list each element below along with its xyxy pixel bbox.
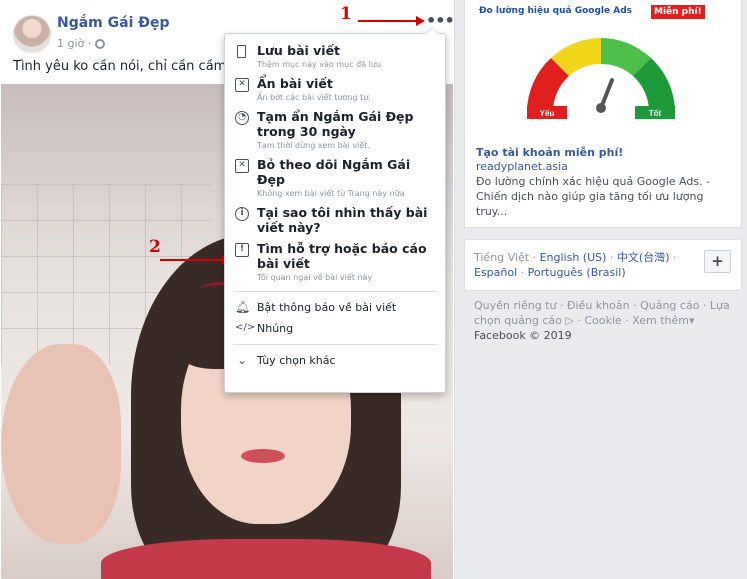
gauge-hub	[596, 103, 606, 113]
footer-link-advertising[interactable]: Quảng cáo	[640, 299, 699, 312]
menu-item-title: Tạm ẩn Ngắm Gái Đẹp trong 30 ngày	[257, 109, 414, 139]
ad-domain-link[interactable]: readyplanet.asia	[476, 160, 568, 173]
post-timestamp: 1 giờ ·	[57, 37, 106, 50]
menu-item-subtitle: Không xem bài viết từ Trang này nữa	[257, 189, 405, 198]
menu-item-turn-on-notifications[interactable]: 🔔︎ Bật thông báo về bài viết	[225, 297, 445, 318]
menu-item-subtitle: Ẩn bớt các bài viết tương tự.	[257, 93, 371, 102]
menu-item-subtitle: Thêm mục này vào mục đã lưu	[257, 60, 382, 69]
footer-links: Quyền riêng tư · Điều khoản · Quảng cáo …	[474, 298, 742, 343]
language-link-english[interactable]: English (US)	[540, 251, 607, 264]
menu-item-title: Bỏ theo dõi Ngắm Gái Đẹp	[257, 157, 411, 187]
post-time-text[interactable]: 1 giờ ·	[57, 37, 91, 50]
annotation-number-2: 2	[149, 237, 161, 257]
menu-item-title: Bật thông báo về bài viết	[257, 301, 397, 314]
chevron-down-icon: ⌄	[236, 353, 248, 367]
footer-link-cookies[interactable]: Cookie	[584, 314, 621, 327]
ad-free-badge: Miễn phí!	[651, 5, 705, 19]
menu-item-snooze-page[interactable]: ◔ Tạm ẩn Ngắm Gái Đẹp trong 30 ngày Tạm …	[225, 106, 445, 154]
photo-hand	[1, 344, 121, 544]
code-icon: </>	[235, 322, 256, 333]
menu-item-embed[interactable]: </> Nhúng	[225, 318, 445, 339]
menu-item-why-see-post[interactable]: i Tại sao tôi nhìn thấy bài viết này?	[225, 202, 445, 238]
menu-item-unfollow-page[interactable]: ✕ Bỏ theo dõi Ngắm Gái Đẹp Không xem bài…	[225, 154, 445, 202]
menu-item-title: Tại sao tôi nhìn thấy bài viết này?	[257, 205, 428, 235]
language-selector-card: Tiếng Việt · English (US) · 中文(台灣) · Esp…	[464, 239, 742, 291]
copyright-text: Facebook © 2019	[474, 329, 572, 342]
post-options-menu: Lưu bài viết Thêm mục này vào mục đã lưu…	[224, 27, 446, 393]
menu-item-hide-post[interactable]: ✕ Ẩn bài viết Ẩn bớt các bài viết tương …	[225, 73, 445, 106]
menu-item-subtitle: Tạm thời dừng xem bài viết.	[257, 141, 370, 150]
add-language-button[interactable]: +	[704, 250, 731, 273]
menu-item-title: Tùy chọn khác	[257, 354, 336, 367]
hide-box-icon: ✕	[235, 78, 249, 92]
footer-link-terms[interactable]: Điều khoản	[567, 299, 630, 312]
menu-item-report-post[interactable]: ! Tìm hỗ trợ hoặc báo cáo bài viết Tôi q…	[225, 238, 445, 286]
annotation-number-1: 1	[340, 4, 352, 24]
menu-item-title: Tìm hỗ trợ hoặc báo cáo bài viết	[257, 241, 427, 271]
unfollow-icon: ✕	[235, 159, 249, 173]
page-name-link[interactable]: Ngắm Gái Đẹp	[57, 15, 170, 31]
annotation-arrow-1-line	[358, 20, 418, 22]
caret-down-icon: ▾	[689, 314, 695, 327]
menu-divider	[233, 291, 437, 292]
photo-lips	[241, 449, 285, 463]
clock-icon: ◔	[235, 111, 249, 125]
language-list: Tiếng Việt · English (US) · 中文(台灣) · Esp…	[474, 251, 677, 279]
footer-link-privacy[interactable]: Quyền riêng tư	[474, 299, 556, 312]
report-icon: !	[235, 243, 249, 257]
footer-link-more[interactable]: Xem thêm	[632, 314, 689, 327]
language-current: Tiếng Việt	[474, 251, 530, 264]
menu-divider	[233, 344, 437, 345]
info-icon: i	[235, 207, 249, 221]
post-text: Tình yêu ko cần nói, chỉ cần cầm nhập	[13, 59, 225, 74]
sponsored-ad-card[interactable]: Đo lường hiệu quả Google Ads Miễn phí! Y…	[464, 0, 742, 228]
language-link-chinese[interactable]: 中文(台灣)	[617, 251, 670, 264]
gauge-low-label: Yếu	[540, 109, 555, 118]
bell-icon: 🔔︎	[235, 300, 251, 314]
photo-shirt	[101, 539, 431, 579]
menu-item-title: Nhúng	[257, 322, 294, 335]
language-link-spanish[interactable]: Español	[474, 266, 517, 279]
ad-gauge-image: Yếu Tốt	[527, 38, 675, 119]
annotation-arrow-1-head	[416, 16, 425, 26]
gauge-high-label: Tốt	[649, 109, 662, 118]
annotation-arrow-2-line	[160, 259, 224, 261]
ad-choices-icon: ▷	[561, 314, 574, 327]
menu-item-more-options[interactable]: ⌄ Tùy chọn khác	[225, 350, 445, 371]
language-link-portuguese[interactable]: Português (Brasil)	[528, 266, 626, 279]
menu-item-title: Lưu bài viết	[257, 43, 341, 58]
menu-item-subtitle: Tôi quan ngại về bài viết này	[257, 273, 373, 282]
menu-item-title: Ẩn bài viết	[257, 76, 333, 91]
bookmark-icon	[237, 45, 246, 58]
page-avatar[interactable]	[13, 15, 51, 53]
globe-icon	[95, 38, 106, 49]
ad-description: Đo lường chính xác hiệu quả Google Ads. …	[476, 175, 711, 218]
ad-title-link[interactable]: Tạo tài khoản miễn phí!	[476, 146, 623, 159]
menu-item-save-post[interactable]: Lưu bài viết Thêm mục này vào mục đã lưu	[225, 40, 445, 73]
